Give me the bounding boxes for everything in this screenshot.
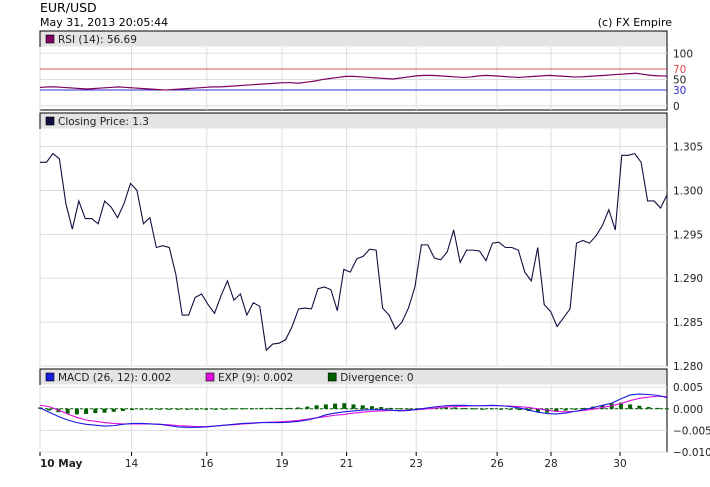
divergence-bar-29 [305,406,310,409]
divergence-bar-1 [47,408,52,411]
x-tick-2: 16 [200,458,214,470]
x-tick-1: 14 [125,458,139,470]
divergence-bar-33 [342,403,347,409]
legend-swatch-0-0 [45,34,55,44]
legend-label-2-2: Divergence: 0 [340,372,413,384]
divergence-bar-7 [102,408,107,413]
divergence-bar-48 [480,408,485,410]
divergence-bar-47 [471,408,476,410]
divergence-bar-15 [176,408,181,410]
divergence-bar-19 [213,408,218,410]
divergence-bar-22 [240,408,245,410]
rsi-threshold-label-0: 70 [673,64,686,76]
divergence-bar-57 [563,408,568,411]
divergence-bar-34 [351,404,356,409]
price-tick-2: 1.290 [673,273,703,285]
chart-svg: RSI (14): 56.6910050070301.2801.2851.290… [38,30,710,470]
divergence-bar-67 [655,407,660,409]
price-tick-3: 1.295 [673,229,703,241]
divergence-bar-31 [323,404,328,409]
macd-tick-0: 0.005 [673,382,703,394]
legend-label-2-0: MACD (26, 12): 0.002 [58,372,171,384]
legend-label-2-1: EXP (9): 0.002 [218,372,293,384]
x-tick-3: 19 [275,458,288,470]
divergence-bar-9 [120,408,125,411]
divergence-bar-25 [268,407,273,409]
price-tick-0: 1.280 [673,361,703,373]
divergence-bar-6 [93,408,98,414]
divergence-bar-8 [111,408,116,412]
divergence-bar-66 [646,407,651,409]
divergence-bar-21 [231,408,236,410]
divergence-bar-5 [84,408,89,414]
divergence-bar-12 [148,408,153,410]
divergence-bar-23 [250,408,255,410]
legend-label-0-0: RSI (14): 56.69 [58,34,137,46]
divergence-bar-49 [489,408,494,410]
x-tick-8: 30 [613,458,626,470]
rsi-tick-2: 0 [673,101,680,113]
divergence-bar-51 [508,408,513,410]
divergence-bar-16 [185,408,190,410]
legend-swatch-2-1 [205,372,215,382]
divergence-bar-38 [388,407,393,409]
divergence-bar-50 [499,408,504,410]
divergence-bar-10 [130,408,135,411]
divergence-bar-11 [139,408,144,410]
divergence-bar-46 [462,407,467,409]
divergence-bar-52 [517,408,522,411]
divergence-bar-32 [333,403,338,409]
price-tick-1: 1.285 [673,317,703,329]
divergence-bar-13 [157,408,162,410]
legend-swatch-1-0 [45,116,55,126]
divergence-bar-4 [74,408,79,415]
x-tick-4: 21 [340,458,353,470]
legend-swatch-2-0 [45,372,55,382]
divergence-bar-20 [222,408,227,410]
divergence-bar-65 [637,405,642,409]
rsi-tick-0: 100 [673,48,693,60]
x-tick-0: 10 May [40,458,82,470]
divergence-bar-27 [286,407,291,409]
divergence-bar-26 [277,407,282,409]
x-tick-6: 26 [490,458,504,470]
price-tick-4: 1.300 [673,185,703,197]
divergence-bar-17 [194,408,199,410]
divergence-bar-45 [452,407,457,409]
price-tick-5: 1.305 [673,142,703,154]
macd-tick-1: 0.000 [673,404,703,416]
divergence-bar-24 [259,407,264,409]
divergence-bar-64 [628,404,633,409]
x-tick-5: 23 [410,458,423,470]
rsi-threshold-label-1: 30 [673,85,686,97]
divergence-bar-30 [314,405,319,409]
divergence-bar-14 [167,408,172,410]
x-tick-7: 28 [544,458,557,470]
legend-label-1-0: Closing Price: 1.3 [58,116,149,128]
macd-tick-2: −0.005 [673,425,710,437]
divergence-bar-36 [369,406,374,409]
divergence-bar-58 [572,408,577,410]
panel-frame-1 [39,112,668,367]
divergence-bar-37 [379,407,384,409]
legend-swatch-2-2 [327,372,337,382]
divergence-bar-39 [397,408,402,410]
divergence-bar-18 [203,408,208,410]
macd-tick-3: −0.010 [673,447,710,459]
divergence-bar-35 [360,405,365,409]
divergence-bar-68 [665,408,669,410]
divergence-bar-28 [296,407,301,409]
